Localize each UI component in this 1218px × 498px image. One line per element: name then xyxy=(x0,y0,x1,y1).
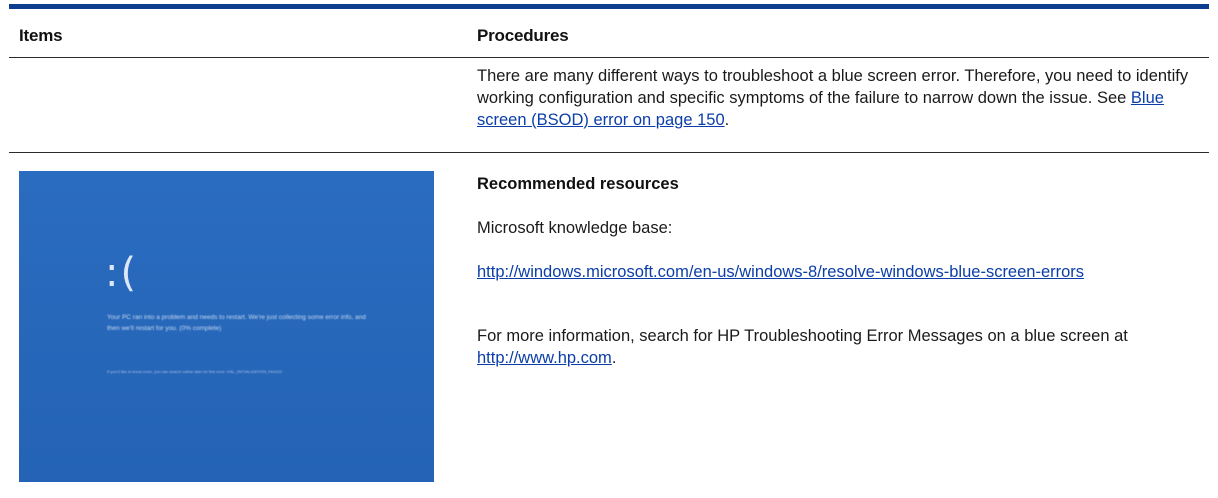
header-procedures: Procedures xyxy=(477,26,569,45)
more-info-text: For more information, search for HP Trou… xyxy=(477,325,1189,369)
more-info-prefix: For more information, search for HP Trou… xyxy=(477,327,1128,345)
table-row: There are many different ways to trouble… xyxy=(9,58,1209,153)
bsod-message: Your PC ran into a problem and needs to … xyxy=(107,314,366,332)
table-header-row: Items Procedures xyxy=(9,9,1209,58)
hp-website-link[interactable]: http://www.hp.com xyxy=(477,349,612,367)
bsod-screenshot-image: :( Your PC ran into a problem and needs … xyxy=(19,171,434,482)
microsoft-kb-link[interactable]: http://windows.microsoft.com/en-us/windo… xyxy=(477,263,1084,281)
sad-face-glyph: :( xyxy=(105,250,139,296)
procedure-period: . xyxy=(724,111,730,129)
more-info-suffix: . xyxy=(611,349,617,367)
procedures-table: Items Procedures There are many differen… xyxy=(9,4,1209,498)
recommended-resources-heading: Recommended resources xyxy=(477,175,679,193)
header-items: Items xyxy=(19,26,63,45)
table-row: :( Your PC ran into a problem and needs … xyxy=(9,153,1209,498)
kb-url-container: http://windows.microsoft.com/en-us/windo… xyxy=(477,261,1207,283)
kb-label: Microsoft knowledge base: xyxy=(477,219,673,237)
bsod-stop-code-line: If you'd like to know more, you can sear… xyxy=(107,369,282,374)
procedure-text: There are many different ways to trouble… xyxy=(477,65,1189,131)
procedure-description: There are many different ways to trouble… xyxy=(477,67,1189,107)
